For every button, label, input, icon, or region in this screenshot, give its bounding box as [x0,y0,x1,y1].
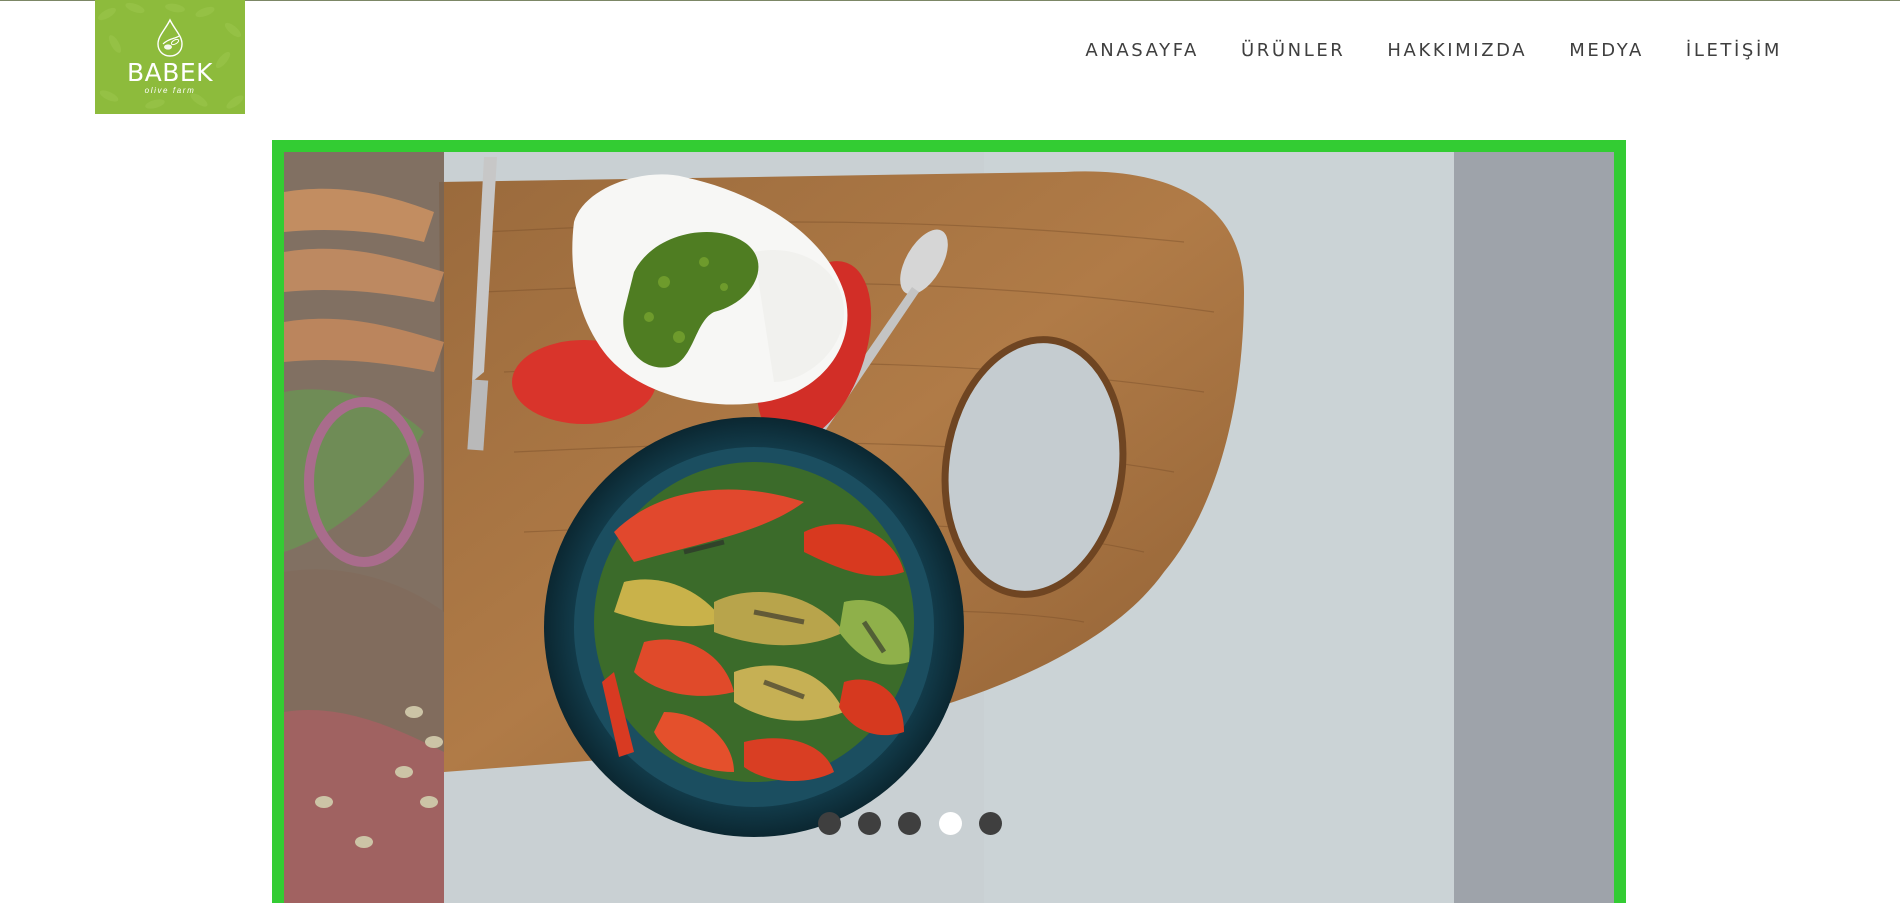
babek-logo[interactable]: BABEK olive farm [95,0,245,114]
slider-pagination [0,812,1900,836]
nav-item-medya[interactable]: MEDYA [1569,41,1644,61]
slider-dot-2[interactable] [858,812,881,835]
slider-dot-3[interactable] [898,812,921,835]
main-navigation: ANASAYFA ÜRÜNLER HAKKIMIZDA MEDYA İLETİŞ… [1043,41,1782,61]
nav-item-anasayfa[interactable]: ANASAYFA [1085,41,1199,61]
slide-image [284,152,1614,903]
nav-item-hakkimizda[interactable]: HAKKIMIZDA [1387,41,1527,61]
slider-dot-1[interactable] [818,812,841,835]
nav-item-urunler[interactable]: ÜRÜNLER [1241,41,1345,61]
slider-dot-5[interactable] [979,812,1002,835]
olive-drop-icon [157,18,183,57]
brand-tagline: olive farm [144,86,196,95]
brand-name: BABEK [126,58,214,87]
top-border-line [0,0,1900,1]
hero-slider[interactable] [272,140,1626,903]
right-slide-peek [1454,152,1614,903]
nav-item-iletisim[interactable]: İLETİŞİM [1686,41,1782,61]
slider-dot-4-active[interactable] [939,812,962,835]
